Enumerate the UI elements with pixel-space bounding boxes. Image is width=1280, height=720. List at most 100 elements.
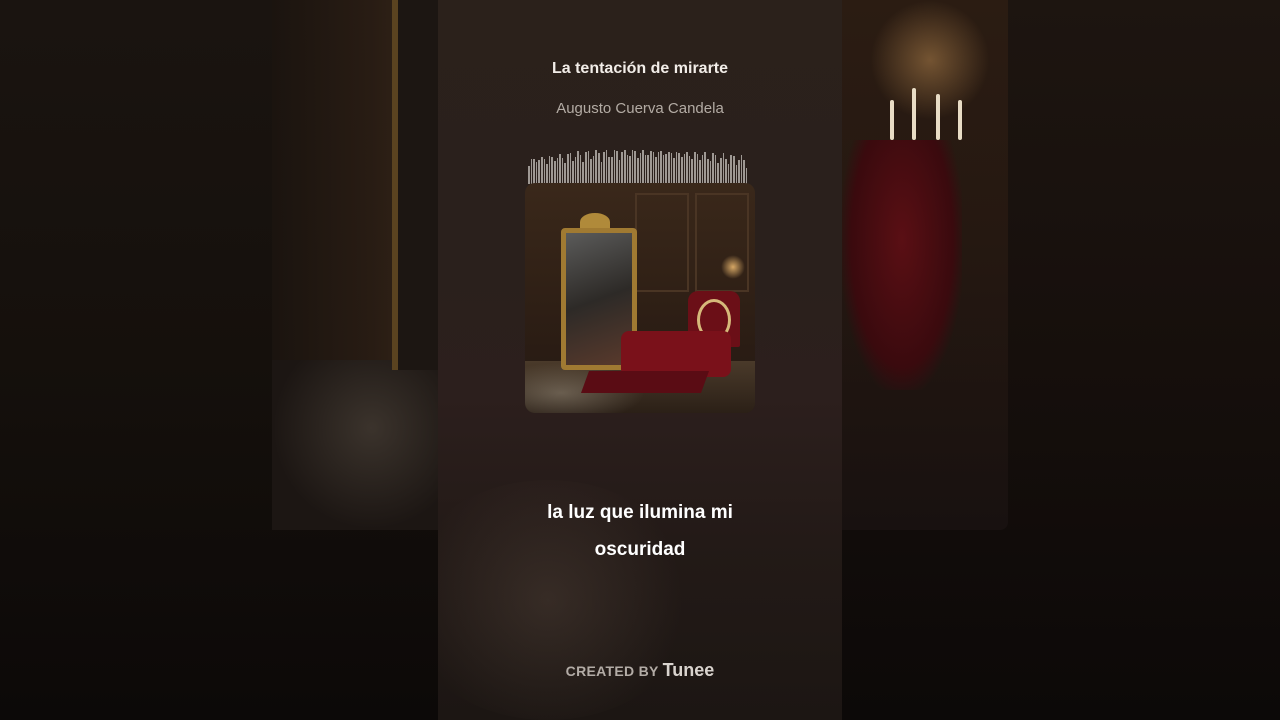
waveform-bar: [595, 150, 598, 184]
brand-name: Tunee: [662, 660, 715, 680]
song-title: La tentación de mirarte: [551, 60, 729, 77]
waveform-bar: [616, 151, 618, 184]
background-floor-left: [272, 360, 438, 530]
waveform-bar: [655, 157, 657, 184]
waveform-bar: [577, 151, 579, 184]
waveform-bar: [639, 153, 642, 184]
waveform-bar: [727, 164, 730, 184]
waveform-bar: [626, 155, 629, 184]
album-cover: [525, 183, 755, 413]
waveform-bar: [621, 152, 623, 184]
red-rug: [580, 371, 710, 393]
waveform-bar: [561, 158, 564, 184]
waveform-bar: [543, 159, 546, 184]
waveform-bar: [598, 153, 600, 184]
waveform-bar: [662, 155, 665, 184]
player-panel: La tentación de mirarte Augusto Cuerva C…: [438, 0, 842, 720]
waveform-bar: [657, 152, 660, 184]
waveform-bar: [556, 158, 559, 184]
waveform-bar: [670, 153, 673, 184]
waveform-bar: [644, 155, 647, 184]
waveform-bar: [678, 153, 681, 184]
waveform-bar: [528, 166, 530, 184]
waveform-bar: [634, 151, 636, 184]
waveform-bar: [569, 153, 572, 184]
waveform-bar: [683, 154, 686, 184]
waveform-bar: [631, 150, 634, 184]
waveform-bar: [717, 163, 719, 184]
background-candelabra: [870, 0, 990, 140]
waveform-bar: [546, 164, 548, 184]
waveform-bar: [579, 155, 582, 184]
waveform-bar: [551, 157, 553, 184]
waveform-bar: [660, 151, 662, 184]
waveform-bar: [712, 153, 714, 184]
waveform-bar: [706, 159, 709, 184]
waveform-bar: [608, 157, 610, 184]
waveform-bar: [722, 153, 725, 184]
waveform-bar: [553, 161, 556, 184]
waveform-bar: [694, 152, 696, 184]
audio-waveform: [528, 148, 750, 184]
waveform-bar: [629, 156, 631, 184]
waveform-bar: [714, 155, 717, 184]
waveform-bar: [665, 154, 668, 184]
waveform-bar: [725, 159, 727, 184]
waveform-bar: [613, 150, 616, 184]
waveform-bar: [740, 155, 743, 184]
artist-name: Augusto Cuerva Candela: [556, 100, 724, 117]
waveform-bar: [696, 154, 699, 184]
waveform-bar: [673, 158, 675, 184]
waveform-bar: [574, 157, 577, 184]
waveform-bar: [605, 150, 608, 184]
waveform-bar: [585, 152, 587, 184]
waveform-bar: [530, 159, 533, 184]
waveform-bar: [732, 156, 735, 184]
waveform-bar: [738, 160, 740, 184]
waveform-bar: [675, 152, 678, 184]
waveform-bar: [592, 156, 595, 184]
waveform-bar: [540, 157, 543, 184]
created-by-credit: CREATED BY Tunee: [438, 660, 842, 681]
lyrics-display: la luz que ilumina mi oscuridad: [498, 494, 782, 568]
waveform-bar: [743, 160, 745, 184]
waveform-bar: [691, 159, 693, 184]
background-chair: [842, 140, 962, 390]
waveform-bar: [564, 163, 566, 184]
waveform-bar: [719, 158, 722, 184]
waveform-bar: [668, 152, 670, 184]
waveform-bar: [548, 156, 551, 184]
waveform-bar: [704, 152, 706, 184]
waveform-bar: [735, 165, 738, 184]
waveform-bar: [652, 152, 655, 184]
candle-glow: [721, 255, 745, 279]
waveform-bar: [566, 154, 569, 184]
waveform-bar: [686, 152, 688, 184]
waveform-bar: [709, 161, 712, 184]
waveform-bar: [538, 160, 540, 184]
lyric-line-1: la luz que ilumina mi: [547, 502, 733, 523]
waveform-bar: [600, 162, 603, 184]
waveform-bar: [559, 154, 561, 184]
waveform-bar: [587, 151, 590, 184]
background-mirror-frame: [392, 0, 444, 370]
waveform-bar: [730, 155, 732, 184]
waveform-bar: [636, 158, 639, 184]
waveform-bar: [688, 156, 691, 184]
waveform-bar: [699, 160, 701, 184]
waveform-bar: [603, 152, 605, 184]
waveform-bar: [618, 160, 621, 184]
waveform-bar: [533, 159, 535, 184]
waveform-bar: [582, 162, 585, 184]
waveform-bar: [590, 159, 592, 184]
credit-lead: CREATED BY: [565, 663, 659, 679]
waveform-bar: [701, 155, 704, 184]
lyric-line-2: oscuridad: [594, 539, 686, 560]
waveform-bar: [535, 162, 538, 184]
waveform-bar: [623, 150, 626, 184]
waveform-bar: [647, 155, 649, 184]
waveform-bar: [611, 157, 613, 184]
waveform-bar: [681, 157, 683, 184]
waveform-bar: [572, 161, 574, 184]
waveform-bar: [642, 150, 644, 184]
